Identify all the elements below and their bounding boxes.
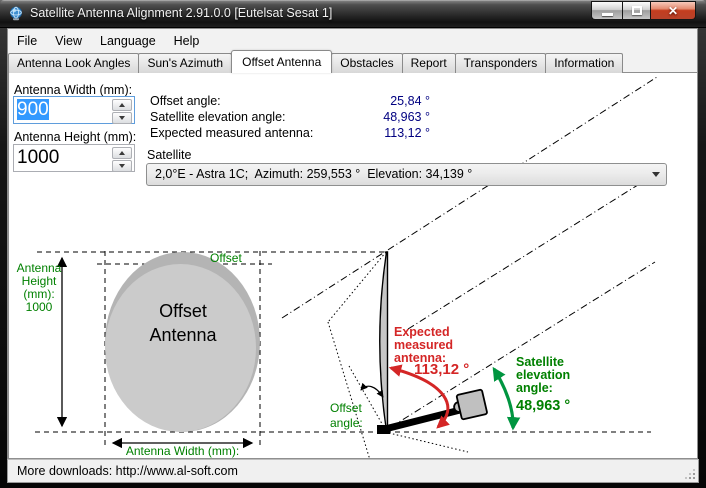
close-icon: ✕ — [668, 5, 678, 17]
title-bar[interactable]: Satellite Antenna Alignment 2.91.0.0 [Eu… — [0, 0, 706, 28]
minimize-button[interactable] — [591, 1, 622, 20]
tab-transponders[interactable]: Transponders — [455, 53, 547, 73]
arrow-up-icon — [119, 151, 125, 155]
maximize-button[interactable] — [622, 1, 651, 20]
dropdown-button[interactable] — [646, 164, 666, 185]
satellite-elevation-label: Satellite elevation angle: — [516, 356, 570, 395]
menu-help[interactable]: Help — [165, 31, 209, 51]
diagram-offset-angle-label: Offset angle: — [330, 401, 363, 431]
diagram-width-label: Antenna Width (mm): — [100, 444, 265, 458]
antenna-width-label: Antenna Width (mm): — [14, 83, 132, 97]
status-bar: More downloads: http://www.al-soft.com — [7, 459, 699, 483]
tab-antenna-look-angles[interactable]: Antenna Look Angles — [8, 53, 139, 73]
window-controls: ✕ — [591, 1, 696, 20]
spin-down-button[interactable] — [112, 160, 132, 172]
offset-angle-result-value: 25,84 ° — [330, 94, 430, 108]
elevation-angle-arrow — [494, 369, 513, 428]
satellite-label: Satellite — [147, 148, 191, 162]
lnb-head — [452, 389, 488, 420]
expected-measured-value: 113,12 ° — [414, 361, 469, 378]
arrow-up-icon — [119, 103, 125, 107]
menu-file[interactable]: File — [8, 31, 46, 51]
spin-up-button[interactable] — [112, 99, 132, 111]
antenna-height-label: Antenna Height (mm): — [14, 130, 136, 144]
close-button[interactable]: ✕ — [651, 1, 696, 20]
expected-measured-label: Expected measured antenna: — [394, 326, 453, 365]
globe-app-icon — [8, 6, 24, 22]
app-window: Satellite Antenna Alignment 2.91.0.0 [Eu… — [0, 0, 706, 488]
antenna-height-input[interactable]: 1000 — [13, 144, 135, 172]
antenna-height-spinner — [112, 146, 132, 172]
tab-offset-antenna[interactable]: Offset Antenna — [231, 50, 332, 73]
menu-bar: File View Language Help — [8, 31, 208, 51]
menu-view[interactable]: View — [46, 31, 91, 51]
spin-up-button[interactable] — [112, 147, 132, 159]
resize-grip-icon[interactable] — [684, 468, 695, 479]
spin-down-button[interactable] — [112, 112, 132, 124]
satellite-dropdown-value: 2,0°E - Astra 1C; Azimuth: 259,553 ° Ele… — [155, 167, 472, 181]
expected-measured-result-label: Expected measured antenna: — [150, 126, 313, 140]
chevron-down-icon — [652, 172, 660, 177]
tab-obstacles[interactable]: Obstacles — [331, 53, 402, 73]
satellite-dropdown[interactable]: 2,0°E - Astra 1C; Azimuth: 259,553 ° Ele… — [146, 163, 667, 186]
maximize-icon — [632, 6, 642, 15]
offset-angle-result-label: Offset angle: — [150, 94, 221, 108]
minimize-icon — [602, 13, 613, 16]
tab-strip: Antenna Look Angles Sun's Azimuth Offset… — [8, 51, 622, 73]
antenna-width-spinner — [112, 98, 132, 124]
tab-report[interactable]: Report — [402, 53, 456, 73]
dish-front-inner — [105, 264, 256, 432]
antenna-width-input[interactable]: 900 — [13, 96, 135, 124]
expected-measured-result-value: 113,12 ° — [330, 126, 430, 140]
window-title: Satellite Antenna Alignment 2.91.0.0 [Eu… — [30, 0, 332, 28]
dish-front-label: Offset Antenna — [118, 299, 248, 347]
satellite-elevation-value: 48,963 ° — [516, 398, 570, 414]
status-downloads-link[interactable]: More downloads: http://www.al-soft.com — [17, 464, 238, 478]
tab-information[interactable]: Information — [545, 53, 623, 73]
arrow-down-icon — [119, 164, 125, 168]
tab-suns-azimuth[interactable]: Sun's Azimuth — [138, 53, 232, 73]
antenna-width-value: 900 — [17, 99, 49, 121]
dish-side-view — [380, 252, 388, 431]
menu-language[interactable]: Language — [91, 31, 165, 51]
elevation-angle-result-label: Satellite elevation angle: — [150, 110, 286, 124]
offset-angle-arrow — [361, 386, 383, 397]
diagram-offset-label: Offset — [210, 251, 242, 265]
antenna-height-value: 1000 — [17, 147, 59, 169]
diagram-height-label: Antenna Height (mm): 1000 — [10, 262, 68, 314]
elevation-angle-result-value: 48,963 ° — [330, 110, 430, 124]
arrow-down-icon — [119, 116, 125, 120]
